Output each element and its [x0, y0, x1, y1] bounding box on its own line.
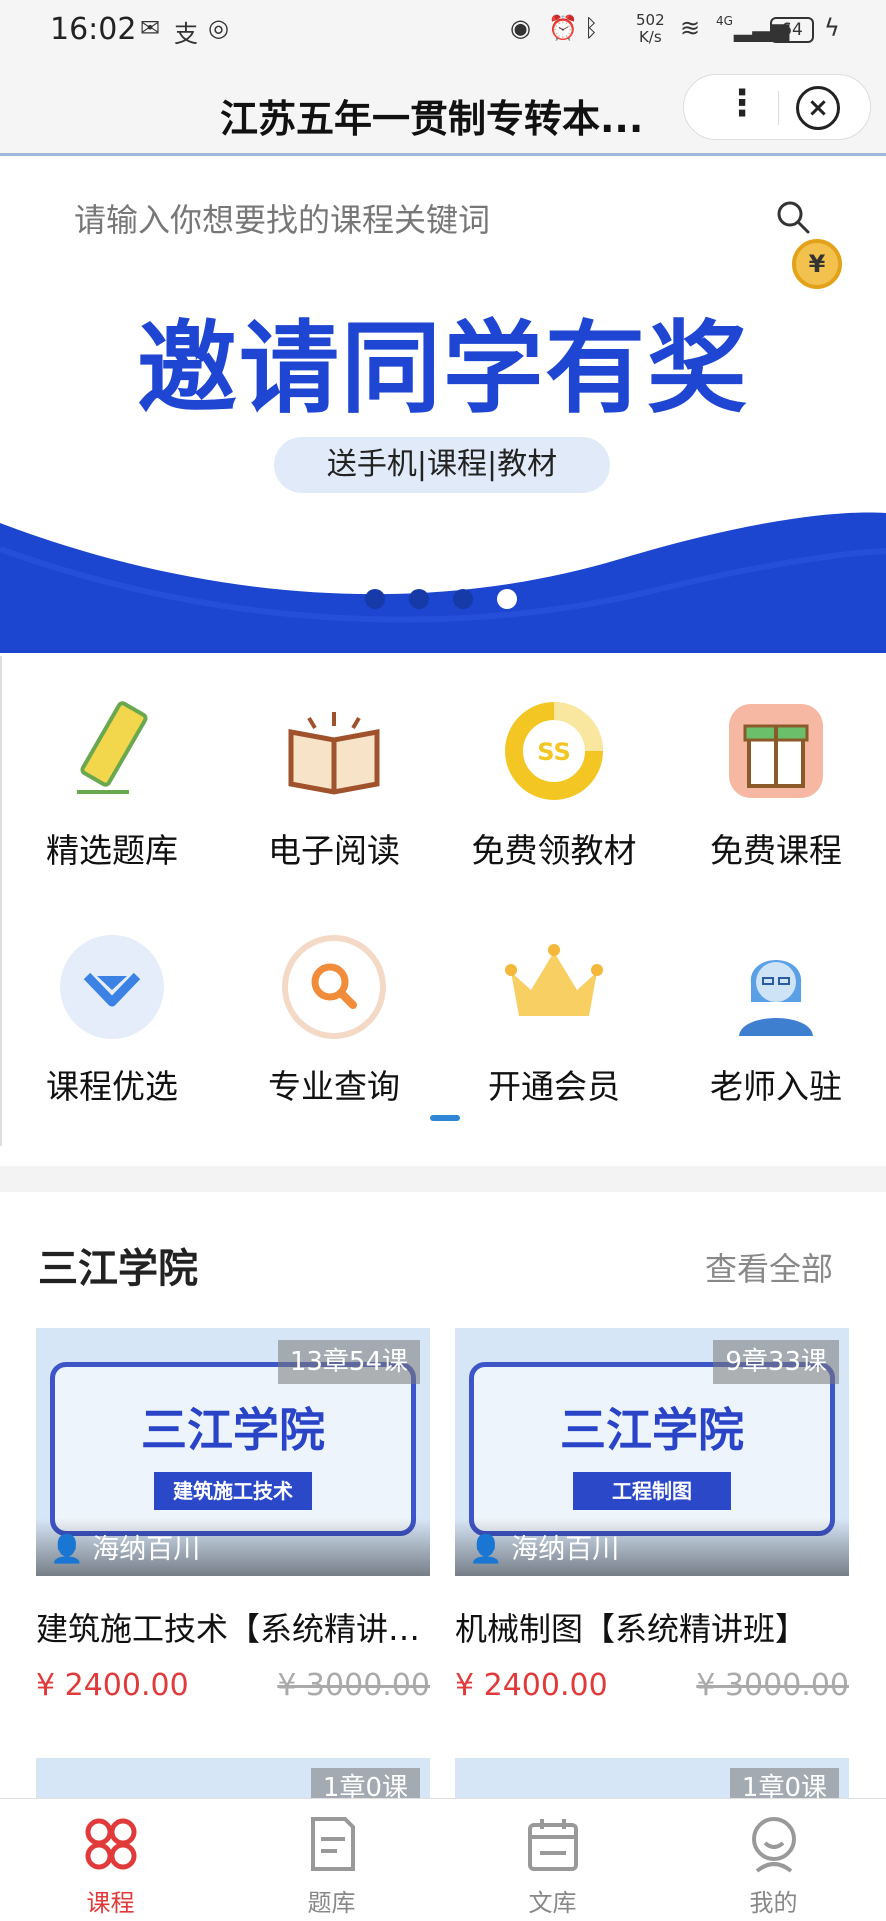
- tab-course[interactable]: 课程: [0, 1799, 221, 1921]
- course-thumbnail: 三江学院 工程制图 9章33课 👤 海纳百川: [455, 1328, 849, 1576]
- thumbnail-brand: 三江学院: [141, 1403, 325, 1457]
- coin-icon: ¥: [792, 239, 842, 289]
- coin-chart-icon: SS: [505, 702, 603, 800]
- price-row: ¥ 2400.00 ¥ 3000.00: [455, 1668, 849, 1718]
- lesson-count-badge: 1章0课: [729, 1768, 839, 1798]
- grid-page-indicator: [430, 1115, 460, 1121]
- course-thumbnail: 三江学院 建筑施工技术 13章54课 👤 海纳百川: [36, 1328, 430, 1576]
- open-book-icon: [288, 712, 380, 795]
- author-line: 👤 海纳百川: [50, 1534, 201, 1565]
- tab-library[interactable]: 文库: [442, 1799, 663, 1921]
- lesson-count-badge: 13章54课: [277, 1340, 420, 1384]
- title-bar: 江苏五年一贯制专转本... ⋮ ×: [0, 64, 886, 156]
- library-icon: [528, 1819, 578, 1871]
- bluetooth-icon: ᛒ: [584, 14, 599, 42]
- quick-link-free-course[interactable]: 免费课程: [666, 696, 886, 872]
- more-menu-button[interactable]: ⋮: [724, 83, 760, 124]
- lesson-count-badge: 1章0课: [310, 1768, 420, 1798]
- network-type: 4G: [716, 14, 733, 28]
- bottom-tab-bar: 课程 题库 文库 我的: [0, 1798, 886, 1920]
- user-icon: 👤: [469, 1534, 512, 1565]
- question-bank-icon: [311, 1817, 355, 1871]
- teacher-icon: [739, 960, 813, 1036]
- crown-icon: [505, 944, 603, 1016]
- course-price: ¥ 2400.00: [455, 1668, 608, 1703]
- thumbnail-tag: 工程制图: [573, 1472, 731, 1510]
- eye-icon: ◉: [510, 14, 531, 42]
- promo-banner[interactable]: 请输入你想要找的课程关键词 ¥ 邀请同学有奖 送手机|课程|教材: [0, 159, 886, 653]
- lesson-count-badge: 9章33课: [713, 1340, 839, 1384]
- carousel-dot[interactable]: [409, 589, 429, 609]
- svg-text:SS: SS: [537, 738, 571, 766]
- status-bar: 16:02 ✉ 支 ◎ ◉ ⏰ ᛒ 502 K/s ≋ 4G ▂▃▅ 64 ϟ: [0, 0, 886, 64]
- author-line: 👤 海纳百川: [469, 1534, 620, 1565]
- banner-wave: [0, 512, 886, 653]
- mini-program-capsule: ⋮ ×: [683, 74, 871, 140]
- pencil-icon: [77, 701, 148, 794]
- diamond-icon: [60, 935, 164, 1039]
- thumbnail-tag: 建筑施工技术: [154, 1472, 312, 1510]
- quick-link-teacher-join[interactable]: 老师入驻: [666, 932, 886, 1108]
- wechat-icon: ✉: [140, 14, 161, 42]
- quick-links-grid: 精选题库 电子阅读 SS 免费领教材 免费课程 课程优选 专业查询 开通会员 老…: [0, 656, 886, 1146]
- user-icon: 👤: [50, 1534, 93, 1565]
- course-title: 机械制图【系统精讲班】: [455, 1610, 808, 1648]
- course-card-partial[interactable]: 1章0课: [36, 1758, 430, 1798]
- alarm-icon: ⏰: [548, 14, 578, 42]
- search-input[interactable]: 请输入你想要找的课程关键词: [74, 195, 490, 241]
- carousel-dot-active[interactable]: [497, 589, 517, 609]
- original-price: ¥ 3000.00: [277, 1668, 430, 1703]
- view-all-link[interactable]: 查看全部: [705, 1244, 833, 1290]
- carousel-dot[interactable]: [453, 589, 473, 609]
- banner-headline: 邀请同学有奖: [137, 310, 749, 427]
- price-row: ¥ 2400.00 ¥ 3000.00: [36, 1668, 430, 1718]
- net-speed: 502 K/s: [636, 11, 665, 46]
- tab-question-bank[interactable]: 题库: [221, 1799, 442, 1921]
- charging-icon: ϟ: [824, 14, 840, 42]
- magnifier-icon: [282, 935, 386, 1039]
- carousel-dot[interactable]: [365, 589, 385, 609]
- section-title: 三江学院: [38, 1246, 198, 1292]
- quick-link-question-bank[interactable]: 精选题库: [2, 696, 222, 872]
- thumbnail-brand: 三江学院: [560, 1403, 744, 1457]
- course-price: ¥ 2400.00: [36, 1668, 189, 1703]
- course-card[interactable]: 三江学院 建筑施工技术 13章54课 👤 海纳百川 建筑施工技术【系统精讲班】 …: [36, 1328, 430, 1718]
- gift-icon: [729, 704, 823, 798]
- page-title: 江苏五年一贯制专转本...: [220, 97, 644, 141]
- status-time: 16:02: [50, 12, 137, 47]
- course-icon: [85, 1818, 137, 1870]
- course-title: 建筑施工技术【系统精讲班】: [36, 1610, 430, 1648]
- course-card[interactable]: 三江学院 工程制图 9章33课 👤 海纳百川 机械制图【系统精讲班】 ¥ 240…: [455, 1328, 849, 1718]
- original-price: ¥ 3000.00: [696, 1668, 849, 1703]
- wifi-icon: ≋: [680, 14, 701, 42]
- search-icon[interactable]: [775, 199, 811, 235]
- profile-icon: [752, 1817, 796, 1873]
- course-card-partial[interactable]: 1章0课: [455, 1758, 849, 1798]
- quick-link-major-search[interactable]: 专业查询: [224, 932, 444, 1108]
- quick-link-membership[interactable]: 开通会员: [444, 932, 664, 1108]
- app-notification-icon: ◎: [208, 14, 229, 42]
- banner-subline: 送手机|课程|教材: [274, 437, 610, 493]
- close-button[interactable]: ×: [796, 86, 840, 130]
- tab-profile[interactable]: 我的: [663, 1799, 884, 1921]
- quick-link-free-textbook[interactable]: SS 免费领教材: [444, 696, 664, 872]
- battery-indicator: 64: [770, 17, 814, 43]
- quick-link-e-reading[interactable]: 电子阅读: [224, 696, 444, 872]
- section-divider: [0, 1166, 886, 1192]
- alipay-icon: 支: [174, 20, 198, 48]
- quick-link-course-select[interactable]: 课程优选: [2, 932, 222, 1108]
- capsule-divider: [778, 91, 779, 125]
